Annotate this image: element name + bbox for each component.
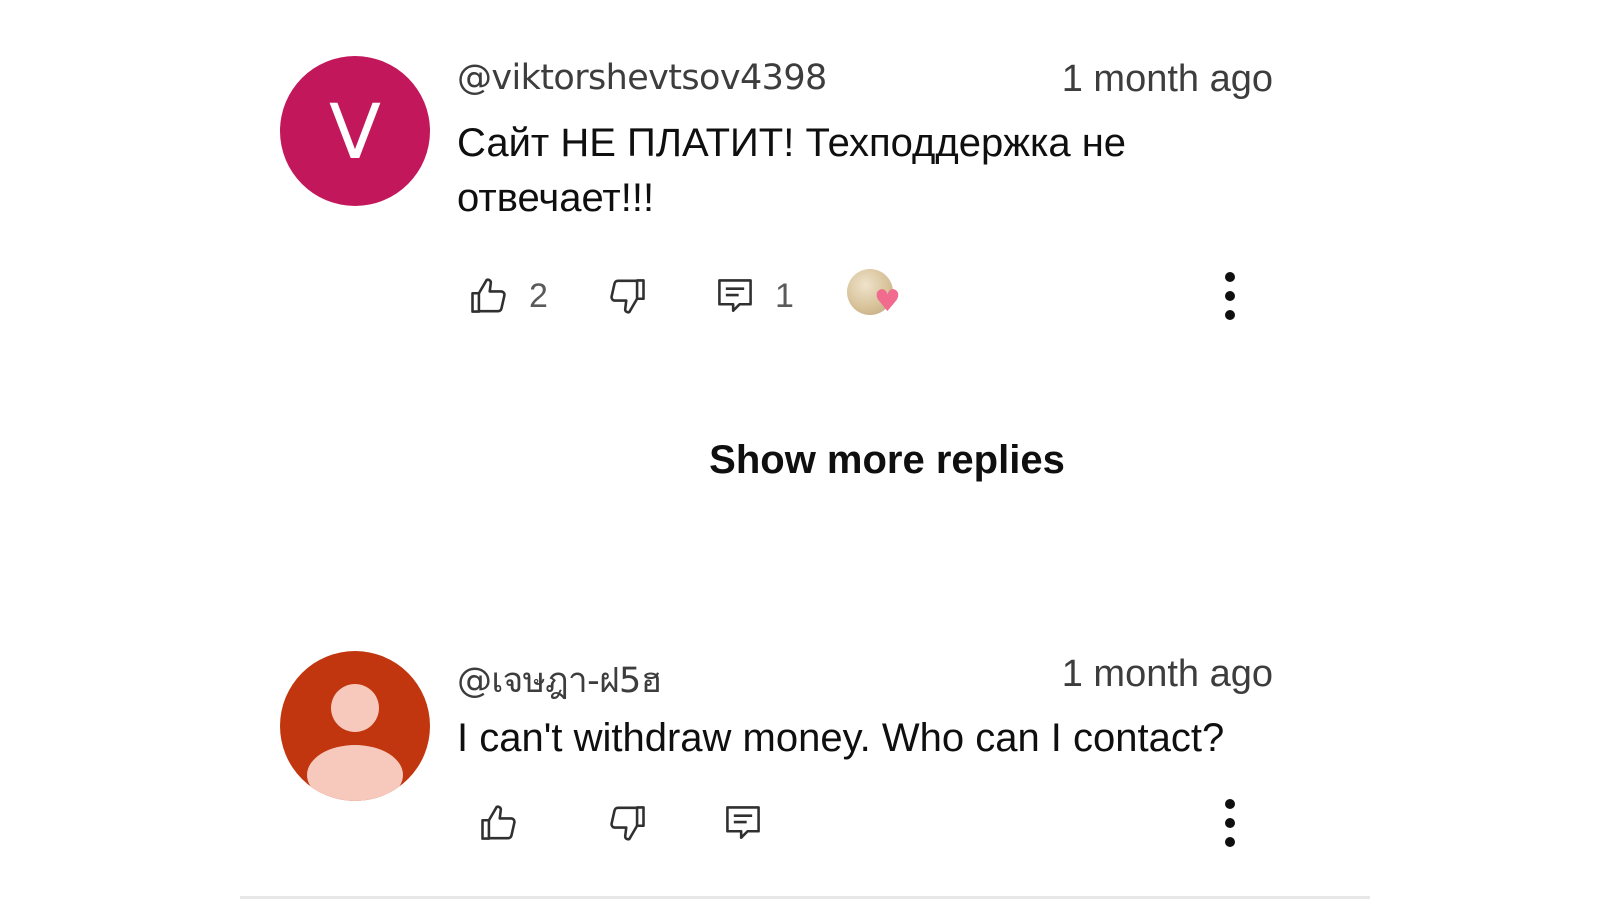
reply-button[interactable]: 1 (713, 261, 794, 331)
more-dot (1225, 291, 1235, 301)
thumbs-up-icon (471, 278, 506, 313)
comment-text: I can't withdraw money. Who can I contac… (457, 716, 1225, 760)
comment-body: @เจษฎา-ฝ5ฮ 1 month ago I can't withdraw … (457, 651, 1300, 847)
comment-timestamp[interactable]: 1 month ago (1062, 58, 1273, 101)
comment-actions (457, 788, 1277, 858)
like-button[interactable] (477, 788, 521, 858)
dislike-button[interactable] (605, 261, 649, 331)
divider (240, 896, 1370, 899)
avatar-letter: V (329, 86, 381, 176)
avatar[interactable]: V (280, 56, 430, 206)
comment-header: @เจษฎา-ฝ5ฮ 1 month ago (457, 651, 1300, 701)
dislike-button[interactable] (605, 788, 649, 858)
comment-actions: 2 1 ♥ (457, 261, 1277, 331)
more-options-button[interactable] (1210, 261, 1250, 331)
more-dot (1225, 310, 1235, 320)
comment-text: Сайт НЕ ПЛАТИТ! Техподдержка не отвечает… (457, 121, 1127, 220)
thumbs-down-icon (610, 279, 645, 314)
comment-username[interactable]: @เจษฎา-ฝ5ฮ (457, 653, 662, 708)
more-dot (1225, 837, 1235, 847)
reply-button[interactable] (721, 788, 765, 858)
thumbs-down-icon (610, 806, 645, 841)
heart-icon: ♥ (874, 284, 901, 319)
more-dot (1225, 272, 1235, 282)
reply-icon (718, 279, 752, 312)
more-dot (1225, 818, 1235, 828)
comment-timestamp[interactable]: 1 month ago (1062, 653, 1273, 696)
creator-heart-badge: ♥ (847, 261, 917, 331)
comment-body: @viktorshevtsov4398 1 month ago Сайт НЕ … (457, 56, 1300, 320)
show-more-replies-button[interactable]: Show more replies (0, 438, 1600, 483)
more-dot (1225, 799, 1235, 809)
comment-username[interactable]: @viktorshevtsov4398 (457, 58, 827, 98)
comment-header: @viktorshevtsov4398 1 month ago (457, 56, 1300, 104)
person-icon (307, 684, 403, 801)
comments-page: V @viktorshevtsov4398 1 month ago Сайт Н… (0, 0, 1600, 900)
reply-count: 1 (775, 276, 794, 315)
avatar[interactable] (280, 651, 430, 801)
like-count: 2 (529, 276, 548, 315)
more-options-button[interactable] (1210, 788, 1250, 858)
thumbs-up-icon (481, 805, 516, 840)
like-button[interactable]: 2 (467, 261, 548, 331)
reply-icon (726, 806, 760, 839)
